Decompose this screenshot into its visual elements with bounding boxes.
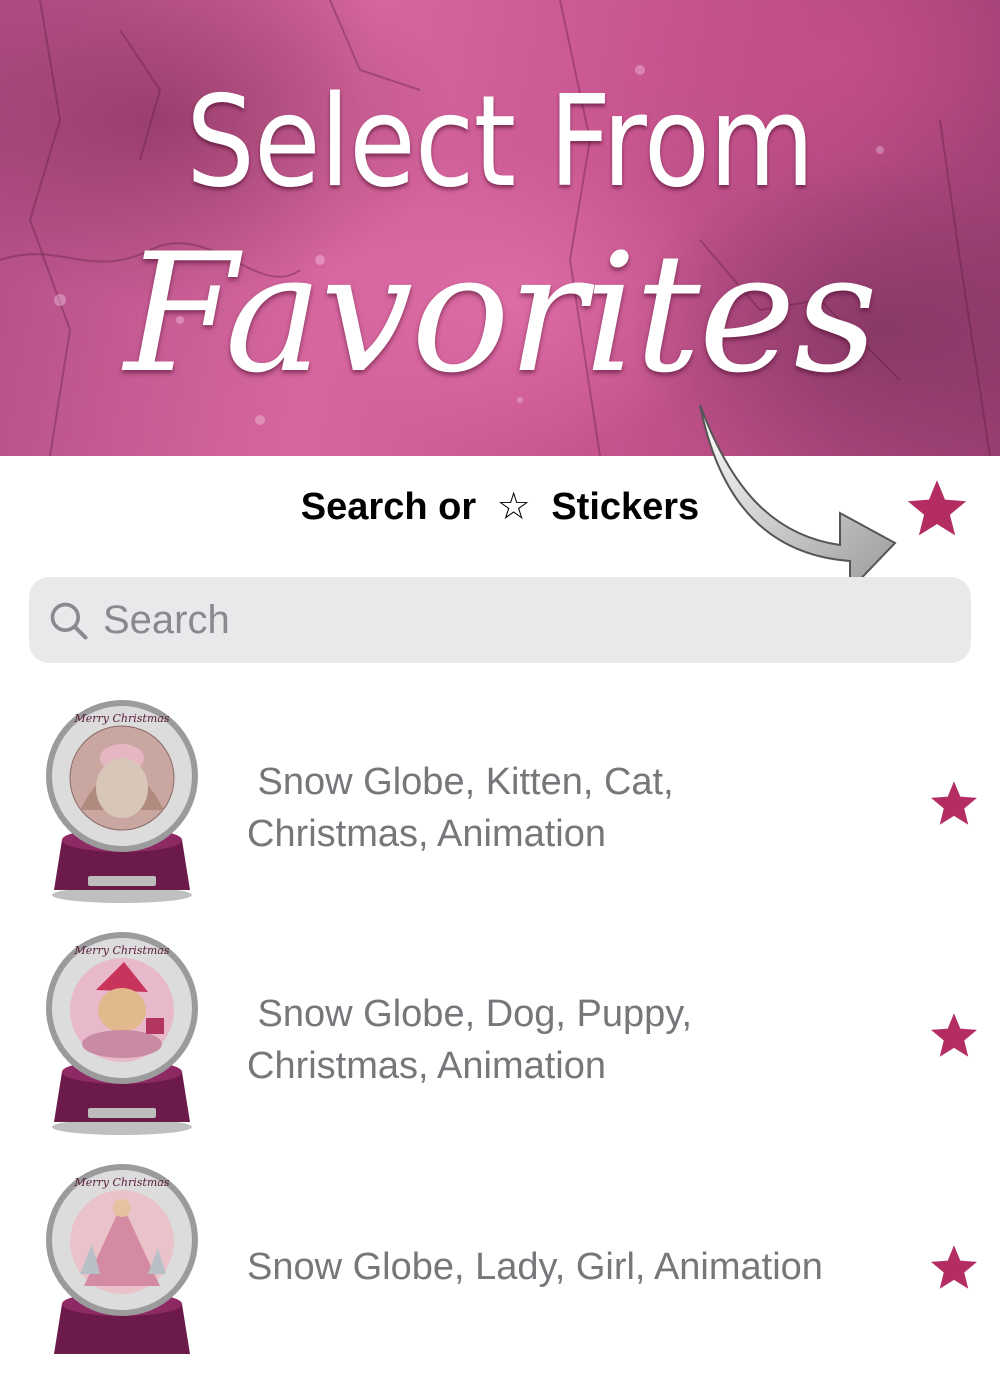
- favorite-star-icon[interactable]: [928, 778, 980, 830]
- list-item-label-line2: Christmas, Animation: [247, 813, 607, 855]
- search-input[interactable]: [103, 577, 943, 663]
- page-title-text-1: Search or: [300, 486, 477, 528]
- list-item-label-line1: Snow Globe, Lady, Girl, Animation: [247, 1246, 823, 1288]
- search-bar[interactable]: [29, 577, 971, 663]
- hero-title-line2: Favorites: [124, 218, 878, 409]
- favorite-star-icon[interactable]: [928, 1242, 980, 1294]
- list-item-label: Snow Globe, Kitten, Cat, Christmas, Anim…: [247, 756, 887, 860]
- search-icon: [50, 602, 88, 640]
- list-item-label-line1: Snow Globe, Dog, Puppy,: [247, 993, 692, 1035]
- list-item-label-line1: Snow Globe, Kitten, Cat,: [247, 761, 674, 803]
- hero-title-line1: Select From: [186, 68, 815, 215]
- list-item-label-line2: Christmas, Animation: [247, 1045, 607, 1087]
- globe-arc-text: Merry Christmas: [74, 1176, 170, 1189]
- lady-snow-globe-thumbnail: Merry Christmas: [46, 1164, 198, 1354]
- list-item-label: Snow Globe, Lady, Girl, Animation: [247, 1241, 887, 1293]
- hero-banner: Select From Favorites: [0, 0, 1000, 456]
- globe-arc-text: Merry Christmas: [74, 712, 170, 725]
- puppy-snow-globe-thumbnail: Merry Christmas: [46, 932, 198, 1135]
- list-item[interactable]: Merry Christmas Snow Globe, Lady, Girl, …: [0, 1164, 1000, 1396]
- outline-star-icon: ☆: [496, 484, 531, 528]
- kitten-snow-globe-thumbnail: Merry Christmas: [46, 700, 198, 903]
- page-title-text-2: Stickers: [551, 486, 700, 528]
- list-item[interactable]: Merry Christmas Snow Globe, Kitten, Cat,…: [0, 700, 1000, 932]
- globe-arc-text: Merry Christmas: [74, 944, 170, 957]
- favorite-star-icon[interactable]: [928, 1010, 980, 1062]
- list-item-label: Snow Globe, Dog, Puppy, Christmas, Anima…: [247, 988, 887, 1092]
- list-item[interactable]: Merry Christmas Snow Globe, Dog, Puppy, …: [0, 932, 1000, 1164]
- favorites-star-button[interactable]: [904, 476, 970, 542]
- page-title: Search or ☆ Stickers: [0, 484, 1000, 529]
